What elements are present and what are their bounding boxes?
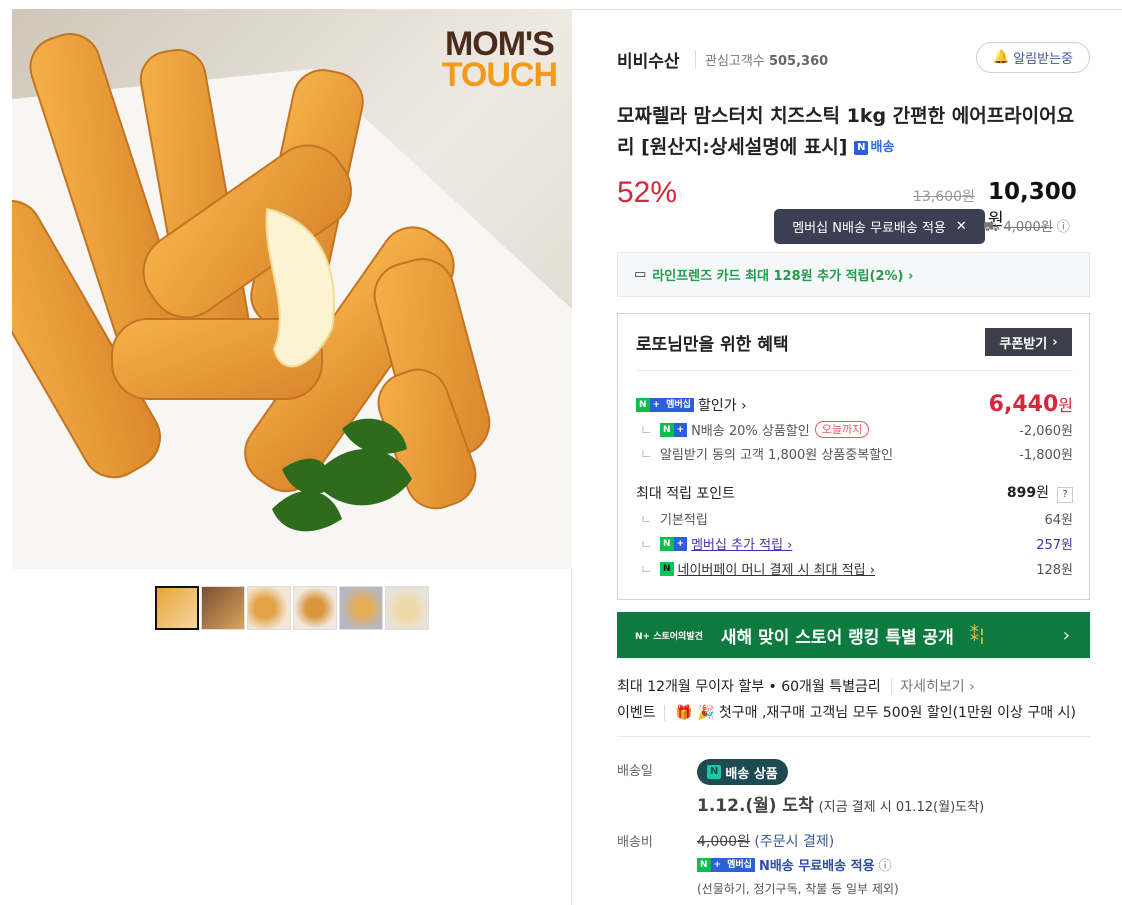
installment-detail-link[interactable]: 자세히보기 ›: [891, 679, 975, 695]
n-delivery-badge-label: 배송: [870, 140, 895, 155]
point-row-2[interactable]: ㄴ N + 멤버십 추가 적립 › 257원: [636, 534, 1073, 553]
sale-price-row[interactable]: N + 멤버십 할인가 › 6,440원: [636, 392, 1073, 417]
coupon-button[interactable]: 쿠폰받기 ›: [985, 328, 1072, 356]
thumbnail-6[interactable]: [385, 586, 429, 630]
favorite-count: 관심고객수 505,360: [695, 50, 828, 69]
ranking-decoration-icon: ⁑¦: [969, 624, 985, 646]
point-total: 899원?: [1007, 482, 1073, 503]
event-text: 🎁 🎉 첫구매 ,재구매 고객님 모두 500원 할인(1만원 이상 구매 시): [675, 705, 1076, 721]
point-1-label: 기본적립: [659, 513, 708, 528]
installment-info: 최대 12개월 무이자 할부 • 60개월 특별금리 자세히보기 ›: [617, 676, 975, 696]
point-3-label[interactable]: 네이버페이 머니 결제 시 최대 적립 ›: [678, 559, 875, 578]
sale-label: 할인가 ›: [697, 397, 747, 414]
image-panel: MOM'S TOUCH: [12, 9, 572, 905]
delivery-fee-label: 배송비: [617, 835, 653, 850]
product-title-text: 모짜렐라 맘스터치 치즈스틱 1kg 간편한 에어프라이어요리 [원산지:상세설…: [617, 105, 1075, 158]
event-label: 이벤트: [617, 705, 665, 721]
credit-card-icon: ▭: [634, 267, 647, 282]
ranking-banner[interactable]: N+ 스토어의발견 새해 맞이 스토어 랭킹 특별 공개 ⁑¦ ›: [617, 612, 1090, 658]
free-delivery: N + 멤버십 N배송 무료배송 적용 ⓘ: [697, 855, 892, 874]
tooltip-text: 멤버십 N배송 무료배송 적용: [792, 221, 946, 236]
np-badge-icon: N +: [659, 422, 688, 437]
favorite-number: 505,360: [768, 54, 829, 69]
discount-row-2: ㄴ 알림받기 동의 고객 1,800원 상품중복할인 -1,800원: [636, 444, 1073, 463]
discount-1-value: -2,060원: [1019, 424, 1073, 439]
card-promo-text: 라인프렌즈 카드 최대 128원 추가 적립(2%) ›: [652, 269, 914, 284]
point-1-value: 64원: [1044, 513, 1073, 528]
bell-icon: 🔔: [993, 50, 1010, 65]
discount-2-label: 알림받기 동의 고객 1,800원 상품중복할인: [659, 448, 894, 463]
thumbnail-4[interactable]: [293, 586, 337, 630]
benefit-box: 로또님만을 위한 혜택 쿠폰받기 › N + 멤버십 할인가 › 6,440원 ㄴ …: [617, 313, 1090, 600]
n-icon: N: [854, 140, 869, 155]
free-delivery-text: N배송 무료배송 적용: [758, 859, 875, 874]
discount-2-value: -1,800원: [1019, 448, 1073, 463]
thumbnail-1[interactable]: [155, 586, 199, 630]
info-icon[interactable]: ⓘ: [879, 855, 892, 874]
sale-price-value: 10,300: [988, 179, 1077, 205]
chevron-right-icon: ›: [1052, 334, 1058, 350]
thumbnail-2[interactable]: [201, 586, 245, 630]
installment-text: 최대 12개월 무이자 할부 • 60개월 특별금리: [617, 679, 881, 695]
point-2-value: 257원: [1036, 538, 1073, 553]
benefit-title: 로또님만을 위한 혜택: [636, 335, 789, 355]
brand-logo-line2: TOUCH: [441, 56, 558, 94]
card-promo[interactable]: ▭ 라인프렌즈 카드 최대 128원 추가 적립(2%) ›: [617, 252, 1090, 297]
truck-icon: ⛟: [983, 220, 1000, 235]
point-3-value: 128원: [1036, 563, 1073, 578]
event-info: 이벤트 🎁 🎉 첫구매 ,재구매 고객님 모두 500원 할인(1만원 이상 구…: [617, 702, 1076, 722]
brand-logo: MOM'S TOUCH: [441, 27, 558, 94]
delivery-fee-strike: 4,000원: [697, 834, 750, 850]
membership-tooltip: 멤버십 N배송 무료배송 적용 ✕: [774, 209, 985, 244]
coupon-button-label: 쿠폰받기: [999, 336, 1048, 352]
banner-small-logo: N+ 스토어의발견: [635, 631, 703, 642]
arrival-info: 1.12.(월) 도착 (지금 결제 시 01.12(월)도착): [697, 791, 984, 816]
alarm-label: 알림받는중: [1013, 52, 1073, 67]
discount-row-1: ㄴ N + N배송 20% 상품할인 오늘까지 -2,060원: [636, 420, 1073, 439]
chevron-right-icon: ›: [1062, 624, 1070, 646]
product-photo[interactable]: MOM'S TOUCH: [12, 9, 572, 569]
today-tag: 오늘까지: [814, 421, 870, 438]
point-row-3[interactable]: ㄴ N 네이버페이 머니 결제 시 최대 적립 › 128원: [636, 559, 1073, 578]
thumbnail-strip: [155, 586, 429, 630]
thumbnail-5[interactable]: [339, 586, 383, 630]
delivery-fee: 4,000원 (주문시 결제): [697, 831, 834, 851]
discount-1-label: N배송 20% 상품할인: [691, 424, 810, 439]
n-icon: N: [707, 765, 722, 779]
shipping-fee-line: ⛟ 4,000원 ⓘ: [983, 216, 1070, 237]
favorite-label: 관심고객수: [705, 54, 765, 69]
info-icon[interactable]: ⓘ: [1057, 220, 1070, 235]
thumbnail-3[interactable]: [247, 586, 291, 630]
point-2-label[interactable]: 멤버십 추가 적립 ›: [691, 534, 792, 553]
n-delivery-pill: N 배송 상품: [697, 759, 788, 785]
membership-badge: N + 멤버십: [636, 397, 694, 412]
arrival-note: (지금 결제 시 01.12(월)도착): [818, 800, 985, 815]
banner-text: 새해 맞이 스토어 랭킹 특별 공개: [720, 627, 954, 648]
n-delivery-pill-label: 배송 상품: [725, 766, 778, 782]
divider: [636, 370, 1073, 371]
np-badge-icon: N +: [659, 536, 688, 551]
n-delivery-badge: N 배송: [854, 132, 894, 163]
arrival-date: 1.12.(월) 도착: [697, 796, 814, 816]
help-icon[interactable]: ?: [1057, 487, 1073, 503]
shipping-fee-strike: 4,000원: [1003, 220, 1053, 235]
point-row: 최대 적립 포인트 899원?: [636, 482, 1073, 503]
exclusion-note: (선물하기, 정기구독, 착불 등 일부 제외): [697, 882, 899, 896]
delivery-fee-note: (주문시 결제): [754, 834, 835, 850]
seller-name[interactable]: 비비수산: [617, 47, 680, 72]
close-icon[interactable]: ✕: [956, 219, 967, 234]
delivery-date-label: 배송일: [617, 764, 653, 779]
original-price: 13,600원: [913, 189, 975, 205]
naverpay-icon: N: [659, 561, 674, 576]
discount-rate: 52%: [617, 176, 678, 209]
point-title: 최대 적립 포인트: [636, 485, 736, 502]
product-title: 모짜렐라 맘스터치 치즈스틱 1kg 간편한 에어프라이어요리 [원산지:상세설…: [617, 101, 1090, 163]
membership-badge: N + 멤버십: [697, 857, 755, 872]
benefit-sale-price: 6,440원: [988, 392, 1073, 417]
alarm-button[interactable]: 🔔 알림받는중: [976, 42, 1090, 73]
divider: [617, 736, 1090, 737]
point-row-1: ㄴ 기본적립 64원: [636, 509, 1073, 528]
